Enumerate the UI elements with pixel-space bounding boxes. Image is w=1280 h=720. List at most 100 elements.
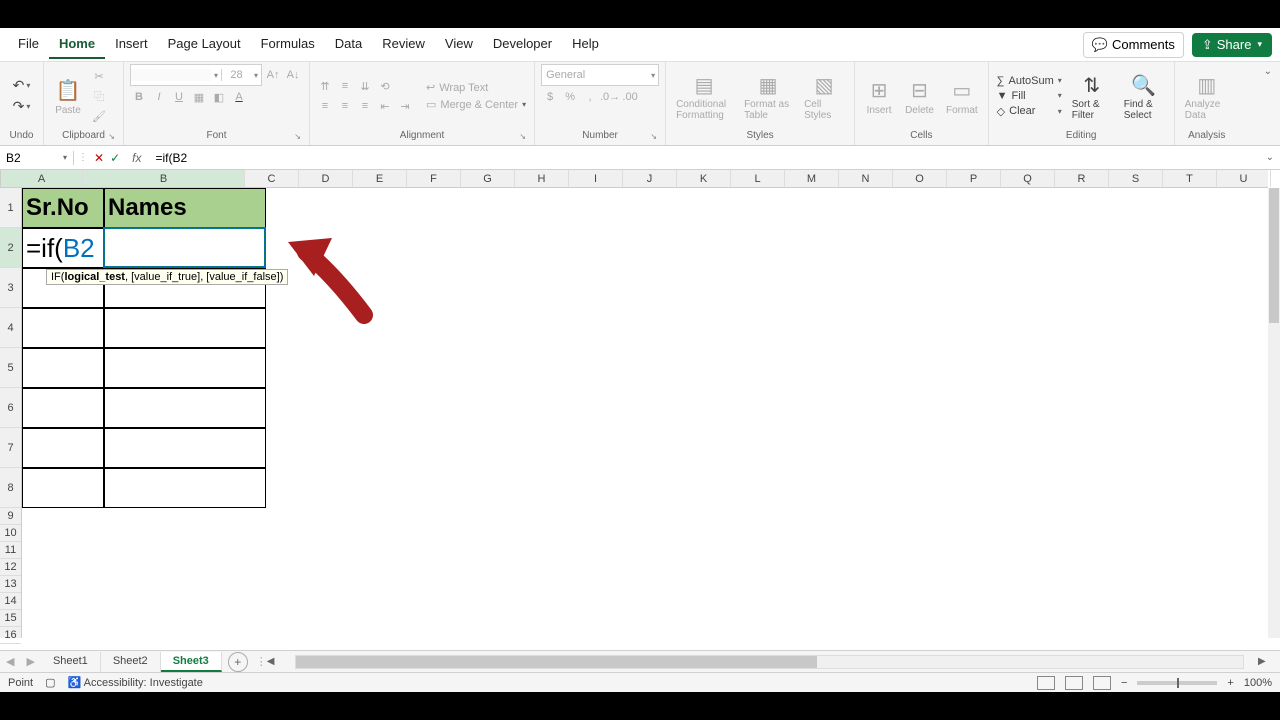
find-select-button[interactable]: 🔍Find & Select [1120, 69, 1168, 123]
accounting-format-button[interactable]: $ [541, 88, 559, 106]
add-sheet-button[interactable]: + [228, 652, 248, 672]
sheet-tab-sheet3[interactable]: Sheet3 [161, 652, 222, 672]
zoom-slider[interactable] [1137, 681, 1217, 685]
col-header-N[interactable]: N [839, 170, 893, 187]
row-header-2[interactable]: 2 [0, 228, 21, 268]
col-header-H[interactable]: H [515, 170, 569, 187]
spreadsheet-grid[interactable]: ABCDEFGHIJKLMNOPQRSTU 123456789101112131… [0, 170, 1280, 650]
fill-color-button[interactable]: ◧ [210, 88, 228, 106]
view-page-layout-button[interactable] [1065, 676, 1083, 690]
sheet-nav-next[interactable]: ▶ [20, 655, 40, 668]
zoom-in-button[interactable]: + [1227, 677, 1233, 689]
col-header-J[interactable]: J [623, 170, 677, 187]
row-header-9[interactable]: 9 [0, 508, 21, 525]
fill-button[interactable]: ▼Fill▾ [995, 89, 1064, 103]
hscroll-right[interactable]: ▶ [1258, 656, 1272, 667]
cell-A1[interactable]: Sr.No [22, 188, 104, 228]
row-header-8[interactable]: 8 [0, 468, 21, 508]
row-header-12[interactable]: 12 [0, 559, 21, 576]
merge-center-button[interactable]: ▭Merge & Center▾ [424, 97, 528, 112]
cell-B4[interactable] [104, 308, 266, 348]
row-header-6[interactable]: 6 [0, 388, 21, 428]
cell-A6[interactable] [22, 388, 104, 428]
name-box[interactable]: B2▾ [0, 151, 74, 165]
indent-dec-button[interactable]: ⇤ [376, 97, 394, 115]
view-page-break-button[interactable] [1093, 676, 1111, 690]
tab-review[interactable]: Review [372, 30, 435, 59]
col-header-E[interactable]: E [353, 170, 407, 187]
col-header-L[interactable]: L [731, 170, 785, 187]
indent-inc-button[interactable]: ⇥ [396, 97, 414, 115]
enter-formula-button[interactable]: ✓ [110, 151, 120, 165]
clipboard-launcher[interactable]: ↘ [108, 132, 115, 141]
sheet-tab-sheet1[interactable]: Sheet1 [41, 652, 101, 672]
sort-filter-button[interactable]: ⇅Sort & Filter [1068, 69, 1116, 123]
cell-A7[interactable] [22, 428, 104, 468]
font-launcher[interactable]: ↘ [294, 132, 301, 141]
align-top-button[interactable]: ⇈ [316, 77, 334, 95]
zoom-out-button[interactable]: − [1121, 677, 1127, 689]
zoom-level[interactable]: 100% [1244, 677, 1272, 689]
col-header-S[interactable]: S [1109, 170, 1163, 187]
row-header-13[interactable]: 13 [0, 576, 21, 593]
orientation-button[interactable]: ⟲ [376, 77, 394, 95]
cell-styles-button[interactable]: ▧Cell Styles [800, 69, 848, 123]
col-header-O[interactable]: O [893, 170, 947, 187]
col-header-A[interactable]: A [1, 170, 83, 187]
hscroll-left[interactable]: ◀ [267, 656, 281, 667]
col-header-U[interactable]: U [1217, 170, 1271, 187]
analyze-data-button[interactable]: ▥Analyze Data [1181, 69, 1233, 123]
borders-button[interactable]: ▦ [190, 88, 208, 106]
align-left-button[interactable]: ≡ [316, 97, 334, 115]
cell-B1[interactable]: Names [104, 188, 266, 228]
tab-file[interactable]: File [8, 30, 49, 59]
italic-button[interactable]: I [150, 88, 168, 106]
col-header-T[interactable]: T [1163, 170, 1217, 187]
decrease-font-button[interactable]: A↓ [284, 66, 302, 84]
row-header-7[interactable]: 7 [0, 428, 21, 468]
percent-format-button[interactable]: % [561, 88, 579, 106]
cell-B2[interactable] [104, 228, 266, 268]
row-header-16[interactable]: 16 [0, 627, 21, 644]
clear-button[interactable]: ◇Clear▾ [995, 104, 1064, 119]
tab-view[interactable]: View [435, 30, 483, 59]
cancel-formula-button[interactable]: ✕ [94, 151, 104, 165]
view-normal-button[interactable] [1037, 676, 1055, 690]
align-bottom-button[interactable]: ⇊ [356, 77, 374, 95]
align-right-button[interactable]: ≡ [356, 97, 374, 115]
col-header-R[interactable]: R [1055, 170, 1109, 187]
tab-home[interactable]: Home [49, 30, 105, 59]
col-header-Q[interactable]: Q [1001, 170, 1055, 187]
accessibility-status[interactable]: ♿ Accessibility: Investigate [67, 676, 202, 689]
conditional-formatting-button[interactable]: ▤Conditional Formatting [672, 69, 736, 123]
comments-button[interactable]: 💬 Comments [1083, 32, 1184, 58]
col-header-B[interactable]: B [83, 170, 245, 187]
cell-B5[interactable] [104, 348, 266, 388]
tab-insert[interactable]: Insert [105, 30, 158, 59]
increase-decimal-button[interactable]: .0→ [601, 88, 619, 106]
row-header-11[interactable]: 11 [0, 542, 21, 559]
format-cells-button[interactable]: ▭Format [942, 75, 982, 118]
cell-B8[interactable] [104, 468, 266, 508]
col-header-D[interactable]: D [299, 170, 353, 187]
align-middle-button[interactable]: ≡ [336, 77, 354, 95]
col-header-G[interactable]: G [461, 170, 515, 187]
number-format-dropdown[interactable]: General▾ [541, 64, 659, 86]
row-header-15[interactable]: 15 [0, 610, 21, 627]
format-as-table-button[interactable]: ▦Format as Table [740, 69, 796, 123]
row-header-1[interactable]: 1 [0, 188, 21, 228]
cell-B7[interactable] [104, 428, 266, 468]
delete-cells-button[interactable]: ⊟Delete [901, 75, 938, 118]
align-center-button[interactable]: ≡ [336, 97, 354, 115]
share-button[interactable]: ⇪ Share [1192, 33, 1272, 57]
underline-button[interactable]: U [170, 88, 188, 106]
vertical-scrollbar[interactable] [1268, 188, 1280, 638]
tab-help[interactable]: Help [562, 30, 609, 59]
font-name-dropdown[interactable]: ▾28▾ [130, 64, 262, 86]
cell-A4[interactable] [22, 308, 104, 348]
row-header-3[interactable]: 3 [0, 268, 21, 308]
expand-formula-bar-button[interactable]: ⌄ [1260, 152, 1280, 163]
col-header-P[interactable]: P [947, 170, 1001, 187]
formula-input[interactable] [151, 151, 1259, 165]
macro-record-icon[interactable]: ▢ [45, 676, 55, 689]
